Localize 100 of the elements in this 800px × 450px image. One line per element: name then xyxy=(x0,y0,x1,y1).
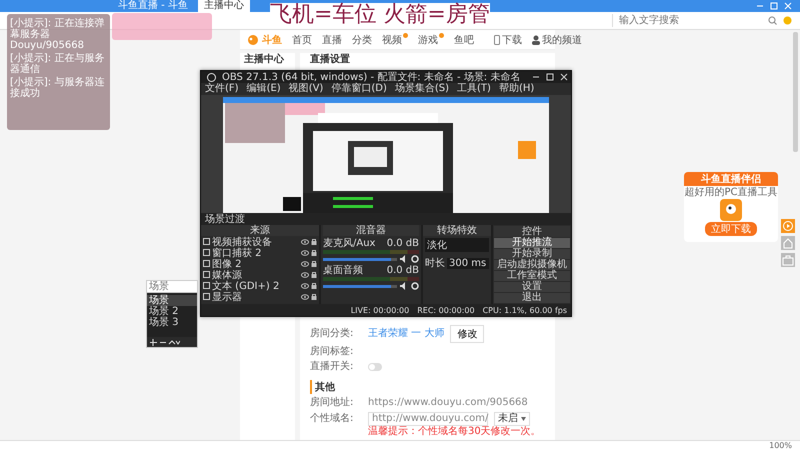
channel-name: 桌面音频 xyxy=(323,265,363,276)
eye-icon xyxy=(301,260,309,266)
source-item[interactable]: 显示器 xyxy=(201,291,319,302)
control-button[interactable]: 退出 xyxy=(494,293,570,303)
user-icon xyxy=(532,34,540,44)
eye-icon xyxy=(301,238,309,244)
source-item[interactable]: 窗口捕获 2 xyxy=(201,247,319,258)
edit-button[interactable]: 修改 xyxy=(450,325,484,343)
lock-icon xyxy=(311,260,317,267)
eye-icon xyxy=(301,282,309,288)
nav-link[interactable]: 直播 xyxy=(322,32,342,46)
control-button[interactable]: 开始录制 xyxy=(494,249,570,259)
gear-icon xyxy=(411,282,419,290)
transition-select[interactable]: 淡化 xyxy=(425,238,489,252)
eye-icon xyxy=(301,294,309,300)
status-text: CPU: 1.1%, 60.00 fps xyxy=(482,306,567,314)
promo-subtitle: 超好用的PC直播工具 xyxy=(684,187,778,198)
phone-icon xyxy=(494,34,500,44)
lock-icon xyxy=(311,282,317,289)
menu-item[interactable]: 文件(F) xyxy=(205,83,239,95)
domain-field[interactable]: http://www.douyu.com/ xyxy=(368,412,488,426)
note-line: [小提示]: 正在连接弹幕服务器 Douyu/905668 xyxy=(10,18,106,51)
dock-title: 转场特效 xyxy=(423,225,491,236)
menu-item[interactable]: 场景集合(S) xyxy=(394,83,450,95)
menu-item[interactable]: 停靠窗口(D) xyxy=(331,83,387,95)
app-icon xyxy=(720,199,742,221)
setting-label: 直播开关: xyxy=(310,361,354,373)
search-field[interactable]: 输入文字搜索 xyxy=(612,14,762,27)
circle-icon xyxy=(783,16,792,25)
section-title: 其他 xyxy=(310,380,545,394)
source-item[interactable]: 文本 (GDI+) 2 xyxy=(201,280,319,291)
page-title: 直播设置 xyxy=(310,54,351,66)
menu-item[interactable]: 视图(V) xyxy=(288,83,324,95)
scene-item[interactable]: 场景 xyxy=(147,295,197,306)
duration-field[interactable]: 300 ms xyxy=(447,258,489,268)
filter-field[interactable]: 场景 xyxy=(147,281,197,293)
duration-label: 时长 xyxy=(425,256,445,270)
dock-title: 来源 xyxy=(201,225,319,236)
download-label: 下载 xyxy=(502,34,522,46)
note-line: [小提示]: 与服务器连接成功 xyxy=(10,77,106,99)
setting-label: 个性域名: xyxy=(310,413,354,425)
control-button[interactable]: 开始推流 xyxy=(494,238,570,248)
dock-title: 控件 xyxy=(494,226,570,237)
room-address: https://www.douyu.com/905668 xyxy=(368,397,528,409)
menu-item[interactable]: 编辑(E) xyxy=(246,83,281,95)
scene-toolbar-icon xyxy=(150,338,180,346)
dock-title: 混音器 xyxy=(323,225,419,236)
channel-name: 麦克风/Aux xyxy=(323,238,376,249)
play-button[interactable] xyxy=(781,219,795,233)
suffix-select[interactable]: 未启 xyxy=(494,412,530,426)
scene-item[interactable]: 场景 3 xyxy=(147,317,197,328)
control-button[interactable]: 启动虚拟摄像机 xyxy=(494,260,570,270)
status-text: LIVE: 00:00:00 xyxy=(350,306,410,314)
nav-link[interactable]: 首页 xyxy=(292,32,312,46)
nav-link[interactable]: 分类 xyxy=(352,32,372,46)
lock-icon xyxy=(311,249,317,256)
control-button[interactable]: 工作室模式 xyxy=(494,271,570,281)
transition-label: 场景过渡 xyxy=(205,212,245,226)
setting-label: 房间地址: xyxy=(310,397,354,409)
channel-reading: 0.0 dB xyxy=(386,238,419,249)
download-link[interactable]: 下载 xyxy=(494,32,522,46)
promo-title: 斗鱼直播伴侣 xyxy=(684,172,778,186)
home-button[interactable] xyxy=(781,236,795,250)
overlay-caption: 飞机=车位 火箭=房管 xyxy=(270,3,490,27)
close-icon xyxy=(784,2,792,10)
caret-icon xyxy=(521,417,526,421)
note-line: [小提示]: 正在与服务器通信 xyxy=(10,53,106,75)
lock-icon xyxy=(311,293,317,300)
logo-text: 斗鱼 xyxy=(262,34,282,46)
lock-icon xyxy=(311,238,317,245)
setting-label: 房间标签: xyxy=(310,346,354,358)
setting-label: 房间分类: xyxy=(310,328,354,340)
nav-link[interactable]: 鱼吧 xyxy=(454,32,474,46)
close-icon xyxy=(560,73,568,81)
nav-link[interactable]: 视频 xyxy=(382,32,402,46)
scrollbar[interactable] xyxy=(793,32,798,152)
hint-text: 温馨提示：个性域名每30天修改一次。 xyxy=(368,426,541,438)
status-text: REC: 00:00:00 xyxy=(417,306,475,314)
source-item[interactable]: 图像 2 xyxy=(201,258,319,269)
menu-item[interactable]: 帮助(H) xyxy=(498,83,534,95)
toggle-switch[interactable] xyxy=(368,363,382,371)
channel-reading: 0.0 dB xyxy=(386,265,419,276)
gear-icon xyxy=(411,255,419,263)
scene-item[interactable]: 场景 2 xyxy=(147,306,197,317)
maximize-icon xyxy=(546,73,554,81)
maximize-icon xyxy=(770,2,778,10)
source-item[interactable]: 媒体源 xyxy=(201,269,319,280)
eye-icon xyxy=(301,250,309,256)
source-item[interactable]: 视频捕获设备 xyxy=(201,236,319,247)
menu-item[interactable]: 工具(T) xyxy=(457,83,491,95)
nav-link[interactable]: 游戏 xyxy=(418,32,438,46)
user-menu[interactable]: 我的频道 xyxy=(532,32,582,46)
search-icon xyxy=(768,16,777,25)
zoom-level[interactable]: 100% xyxy=(769,441,792,450)
user-name: 我的频道 xyxy=(542,34,582,46)
control-button[interactable]: 设置 xyxy=(494,282,570,292)
lock-icon xyxy=(311,271,317,278)
sidebar-title: 主播中心 xyxy=(243,53,285,67)
eye-icon xyxy=(301,272,309,278)
app-logo-icon xyxy=(207,72,216,82)
